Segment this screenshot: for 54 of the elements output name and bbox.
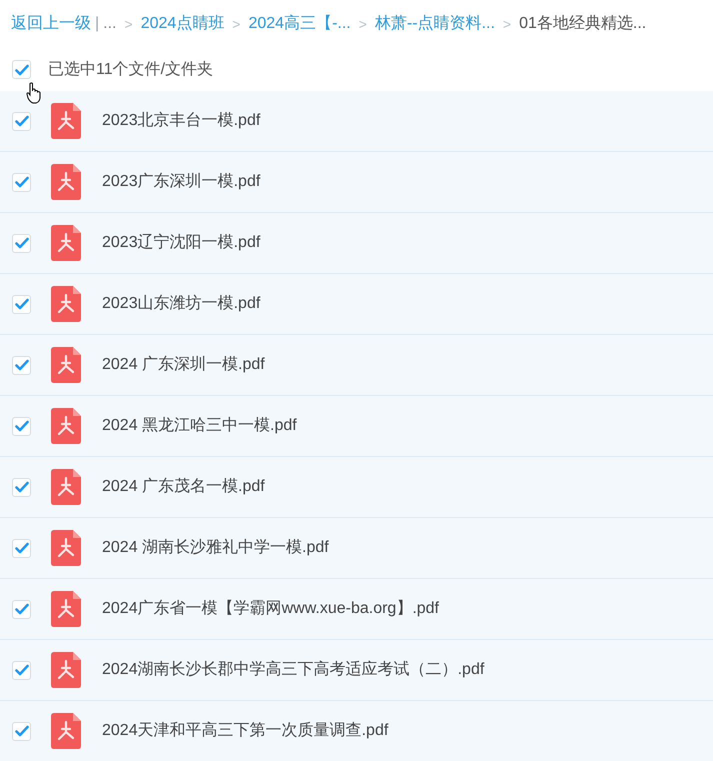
checkbox[interactable]	[12, 112, 31, 130]
divider: |	[95, 14, 100, 34]
file-row[interactable]: 2024天津和平高三下第一次质量调查.pdf	[0, 701, 713, 761]
file-name: 2023广东深圳一模.pdf	[102, 172, 260, 192]
checkbox[interactable]	[12, 172, 31, 192]
file-name: 2024湖南长沙长郡中学高三下高考适应考试（二）.pdf	[102, 660, 484, 680]
checkbox[interactable]	[12, 600, 31, 618]
pdf-file-icon	[51, 103, 81, 139]
file-name: 2023山东潍坊一模.pdf	[102, 294, 260, 314]
breadcrumb-ellipsis: ...	[103, 14, 116, 34]
file-row[interactable]: 2023山东潍坊一模.pdf	[0, 274, 713, 335]
file-row[interactable]: 2023北京丰台一模.pdf	[0, 91, 713, 152]
file-row[interactable]: 2024 广东茂名一模.pdf	[0, 457, 713, 518]
checkbox[interactable]	[12, 660, 31, 680]
breadcrumb-separator: >	[232, 14, 240, 34]
breadcrumb-separator: >	[124, 14, 133, 34]
hand-cursor-icon	[26, 82, 42, 104]
checkbox[interactable]	[12, 234, 31, 252]
checkbox[interactable]	[12, 538, 31, 558]
pdf-file-icon	[51, 652, 81, 688]
file-name: 2024 广东深圳一模.pdf	[102, 354, 265, 375]
current-folder: 01各地经典精选...	[519, 14, 646, 34]
pdf-file-icon	[51, 713, 81, 749]
file-row[interactable]: 2024 湖南长沙雅礼中学一模.pdf	[0, 518, 713, 579]
file-name: 2024 湖南长沙雅礼中学一模.pdf	[102, 538, 329, 558]
checkbox[interactable]	[12, 416, 31, 436]
file-name: 2024天津和平高三下第一次质量调查.pdf	[102, 720, 388, 741]
file-name: 2023辽宁沈阳一模.pdf	[102, 232, 260, 253]
pdf-file-icon	[51, 408, 81, 444]
breadcrumb-separator: >	[502, 14, 512, 34]
file-row[interactable]: 2024 广东深圳一模.pdf	[0, 335, 713, 396]
checkbox[interactable]	[12, 356, 31, 374]
file-name: 2024 广东茂名一模.pdf	[102, 476, 265, 497]
pdf-file-icon	[51, 347, 81, 383]
checkbox[interactable]	[12, 478, 31, 496]
pdf-file-icon	[51, 530, 81, 566]
pdf-file-icon	[51, 286, 81, 322]
file-name: 2023北京丰台一模.pdf	[102, 110, 260, 131]
breadcrumb-separator: >	[358, 14, 367, 34]
file-row[interactable]: 2024湖南长沙长郡中学高三下高考适应考试（二）.pdf	[0, 640, 713, 701]
file-name: 2024 黑龙江哈三中一模.pdf	[102, 416, 297, 436]
pdf-file-icon	[51, 591, 81, 627]
file-row[interactable]: 2024 黑龙江哈三中一模.pdf	[0, 396, 713, 457]
pdf-file-icon	[51, 164, 81, 200]
pdf-file-icon	[51, 225, 81, 261]
checkbox[interactable]	[12, 722, 31, 740]
checkbox[interactable]	[12, 294, 31, 314]
file-name: 2024广东省一模【学霸网www.xue-ba.org】.pdf	[102, 598, 439, 619]
file-row[interactable]: 2023辽宁沈阳一模.pdf	[0, 213, 713, 274]
file-row[interactable]: 2023广东深圳一模.pdf	[0, 152, 713, 213]
pdf-file-icon	[51, 469, 81, 505]
selection-count: 已选中11个文件/文件夹	[48, 60, 214, 80]
checkbox[interactable]	[12, 60, 31, 79]
file-row[interactable]: 2024广东省一模【学霸网www.xue-ba.org】.pdf	[0, 579, 713, 640]
